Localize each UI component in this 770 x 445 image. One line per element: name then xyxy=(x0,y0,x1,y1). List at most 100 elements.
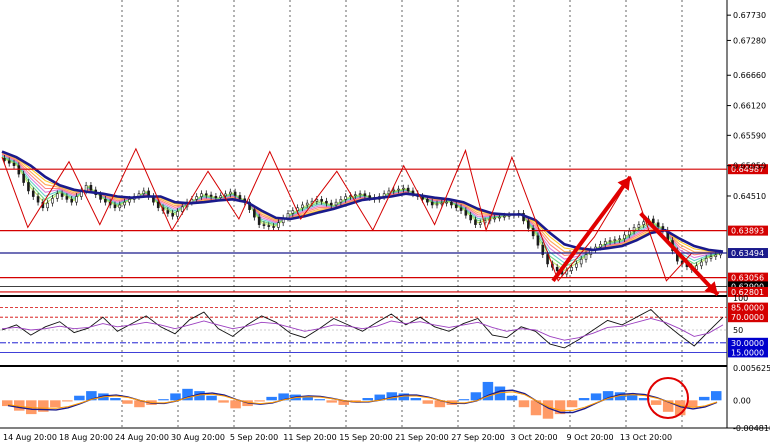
level-price-label: 0.63056 xyxy=(731,274,764,283)
x-tick-label: 27 Sep 20:00 xyxy=(451,433,504,442)
candle-body xyxy=(70,199,73,203)
candle-body xyxy=(339,199,343,203)
candle-body xyxy=(238,195,242,200)
histogram-bar xyxy=(506,395,518,401)
candle-body xyxy=(493,217,496,220)
y-tick-label: 0.65050 xyxy=(733,162,766,171)
candle-body xyxy=(599,243,602,248)
candle-body xyxy=(652,218,655,224)
candle-body xyxy=(320,199,323,202)
level-price-label: 0.63893 xyxy=(731,227,764,236)
histogram-bar xyxy=(74,395,85,401)
candle-body xyxy=(180,206,184,212)
candle-body xyxy=(46,202,49,209)
candle-body xyxy=(219,195,223,198)
candle-body xyxy=(714,254,718,257)
candle-body xyxy=(204,193,208,196)
candle-body xyxy=(555,266,559,271)
candle-body xyxy=(128,199,131,203)
candle-body xyxy=(579,258,583,265)
chart-frame xyxy=(0,0,770,429)
candle-body xyxy=(459,207,463,211)
candle-body xyxy=(608,240,612,242)
candle-body xyxy=(55,193,59,199)
candle-body xyxy=(603,241,607,245)
candle-body xyxy=(353,194,357,196)
candle-body xyxy=(195,196,198,200)
candle-body xyxy=(272,226,275,228)
histogram-bar xyxy=(122,400,133,404)
histogram-bar xyxy=(170,393,181,401)
histogram-bar xyxy=(110,398,121,401)
histogram-bar xyxy=(458,399,470,401)
y-tick-label: 0.67280 xyxy=(733,36,766,45)
x-tick-label: 3 Oct 20:00 xyxy=(510,433,557,442)
candle-body xyxy=(7,160,11,164)
candle-body xyxy=(527,220,530,229)
candle-body xyxy=(262,224,266,226)
candle-body xyxy=(257,216,261,225)
level-price-label: 0.63494 xyxy=(731,249,764,258)
oscillator-tick-label: 50 xyxy=(733,326,743,335)
candle-body xyxy=(267,225,271,227)
histogram-bar xyxy=(50,400,61,408)
x-tick-label: 24 Aug 20:00 xyxy=(115,433,169,442)
candle-body xyxy=(387,190,391,195)
candle-body xyxy=(613,239,617,241)
candle-body xyxy=(17,165,21,175)
candle-body xyxy=(368,195,372,198)
histogram-bar xyxy=(62,400,73,402)
candle-body xyxy=(397,188,400,191)
trading-chart: 0.649870.638930.634940.630560.629000.628… xyxy=(0,0,770,442)
x-tick-label: 30 Aug 20:00 xyxy=(171,433,225,442)
candle-body xyxy=(156,201,160,209)
candle-body xyxy=(36,196,40,203)
candle-body xyxy=(627,230,631,236)
histogram-bar xyxy=(362,398,374,401)
candle-body xyxy=(253,209,256,218)
histogram-tick-label: -0.004818 xyxy=(733,424,770,433)
candle-body xyxy=(402,187,405,190)
candle-body xyxy=(171,213,174,217)
candle-body xyxy=(358,193,362,196)
candle-body xyxy=(618,238,621,240)
candle-body xyxy=(99,194,102,200)
oscillator-tick-label: 100 xyxy=(733,294,748,303)
candle-body xyxy=(531,228,535,237)
candle-body xyxy=(406,187,410,192)
y-tick-label: 0.64510 xyxy=(733,192,766,201)
candle-body xyxy=(325,200,328,204)
x-tick-label: 14 Aug 20:00 xyxy=(3,433,57,442)
x-tick-label: 18 Aug 20:00 xyxy=(59,433,113,442)
candle-body xyxy=(190,199,194,203)
candle-body xyxy=(464,210,468,216)
oscillator-level-label: 30.0000 xyxy=(731,339,764,348)
candle-body xyxy=(233,191,237,196)
histogram-bar xyxy=(650,400,662,405)
candle-body xyxy=(709,256,713,259)
candle-body xyxy=(498,216,501,219)
candle-body xyxy=(277,222,280,228)
histogram-bar xyxy=(254,400,265,402)
candle-body xyxy=(430,201,434,206)
time-axis: 14 Aug 20:00 18 Aug 20:00 24 Aug 20:00 30 A… xyxy=(3,433,672,442)
candle-body xyxy=(209,194,213,197)
candle-body xyxy=(329,202,333,206)
histogram-bar xyxy=(206,395,217,401)
candle-body xyxy=(51,198,54,204)
candle-body xyxy=(84,185,88,192)
histogram-bar xyxy=(422,400,434,404)
candle-body xyxy=(89,185,93,191)
candle-body xyxy=(344,196,347,200)
y-tick-label: 0.67730 xyxy=(733,11,766,20)
candle-body xyxy=(229,191,232,195)
candle-body xyxy=(469,214,472,221)
histogram-bar xyxy=(518,400,530,408)
candle-body xyxy=(478,222,482,225)
candle-body xyxy=(700,261,703,267)
histogram-bar xyxy=(158,399,169,401)
candle-body xyxy=(113,204,117,209)
histogram-bar xyxy=(698,396,710,401)
candle-body xyxy=(450,201,453,206)
histogram-bar xyxy=(230,400,241,409)
